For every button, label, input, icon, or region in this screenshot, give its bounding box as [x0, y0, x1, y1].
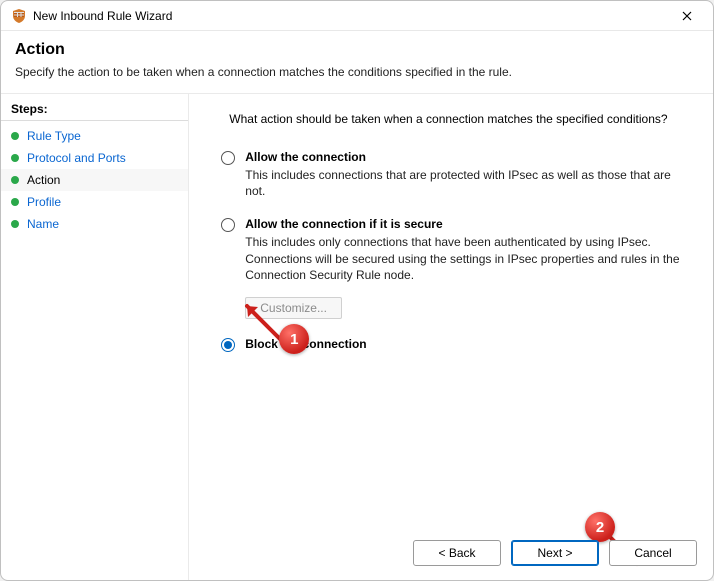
step-bullet-icon: [11, 198, 19, 206]
back-button[interactable]: < Back: [413, 540, 501, 566]
step-name[interactable]: Name: [1, 213, 188, 235]
firewall-shield-icon: [11, 8, 27, 24]
page-subtitle: Specify the action to be taken when a co…: [15, 65, 699, 79]
main-panel: What action should be taken when a conne…: [189, 94, 713, 580]
step-action[interactable]: Action: [1, 169, 188, 191]
wizard-button-row: < Back Next > Cancel: [413, 540, 697, 566]
step-bullet-icon: [11, 220, 19, 228]
option-block[interactable]: Block the connection: [221, 337, 681, 352]
steps-list: Rule Type Protocol and Ports Action Prof…: [1, 125, 188, 235]
action-prompt: What action should be taken when a conne…: [221, 112, 681, 126]
close-button[interactable]: [669, 2, 705, 30]
wizard-window: New Inbound Rule Wizard Action Specify t…: [0, 0, 714, 581]
page-title: Action: [15, 41, 699, 59]
radio-allow[interactable]: [221, 151, 235, 165]
wizard-body: Steps: Rule Type Protocol and Ports Acti…: [1, 94, 713, 580]
option-allow-secure-label[interactable]: Allow the connection if it is secure: [245, 217, 681, 231]
step-label: Name: [27, 217, 59, 231]
step-bullet-icon: [11, 154, 19, 162]
option-allow[interactable]: Allow the connection This includes conne…: [221, 150, 681, 199]
radio-allow-secure[interactable]: [221, 218, 235, 232]
step-bullet-icon: [11, 176, 19, 184]
option-allow-secure-desc: This includes only connections that have…: [245, 234, 681, 283]
customize-row: Customize...: [245, 297, 681, 319]
step-label: Profile: [27, 195, 61, 209]
step-bullet-icon: [11, 132, 19, 140]
customize-button: Customize...: [245, 297, 342, 319]
radio-block[interactable]: [221, 338, 235, 352]
option-allow-label[interactable]: Allow the connection: [245, 150, 681, 164]
window-title: New Inbound Rule Wizard: [33, 9, 172, 23]
step-label: Rule Type: [27, 129, 81, 143]
option-block-label[interactable]: Block the connection: [245, 337, 681, 351]
next-button[interactable]: Next >: [511, 540, 599, 566]
steps-sidebar: Steps: Rule Type Protocol and Ports Acti…: [1, 94, 189, 580]
option-allow-secure[interactable]: Allow the connection if it is secure Thi…: [221, 217, 681, 283]
titlebar: New Inbound Rule Wizard: [1, 1, 713, 31]
option-allow-desc: This includes connections that are prote…: [245, 167, 681, 199]
step-profile[interactable]: Profile: [1, 191, 188, 213]
annotation-badge-2: 2: [585, 512, 615, 542]
step-label: Action: [27, 173, 60, 187]
steps-heading: Steps:: [1, 100, 188, 121]
step-rule-type[interactable]: Rule Type: [1, 125, 188, 147]
wizard-header: Action Specify the action to be taken wh…: [1, 31, 713, 94]
step-label: Protocol and Ports: [27, 151, 126, 165]
step-protocol-and-ports[interactable]: Protocol and Ports: [1, 147, 188, 169]
cancel-button[interactable]: Cancel: [609, 540, 697, 566]
close-icon: [682, 11, 692, 21]
